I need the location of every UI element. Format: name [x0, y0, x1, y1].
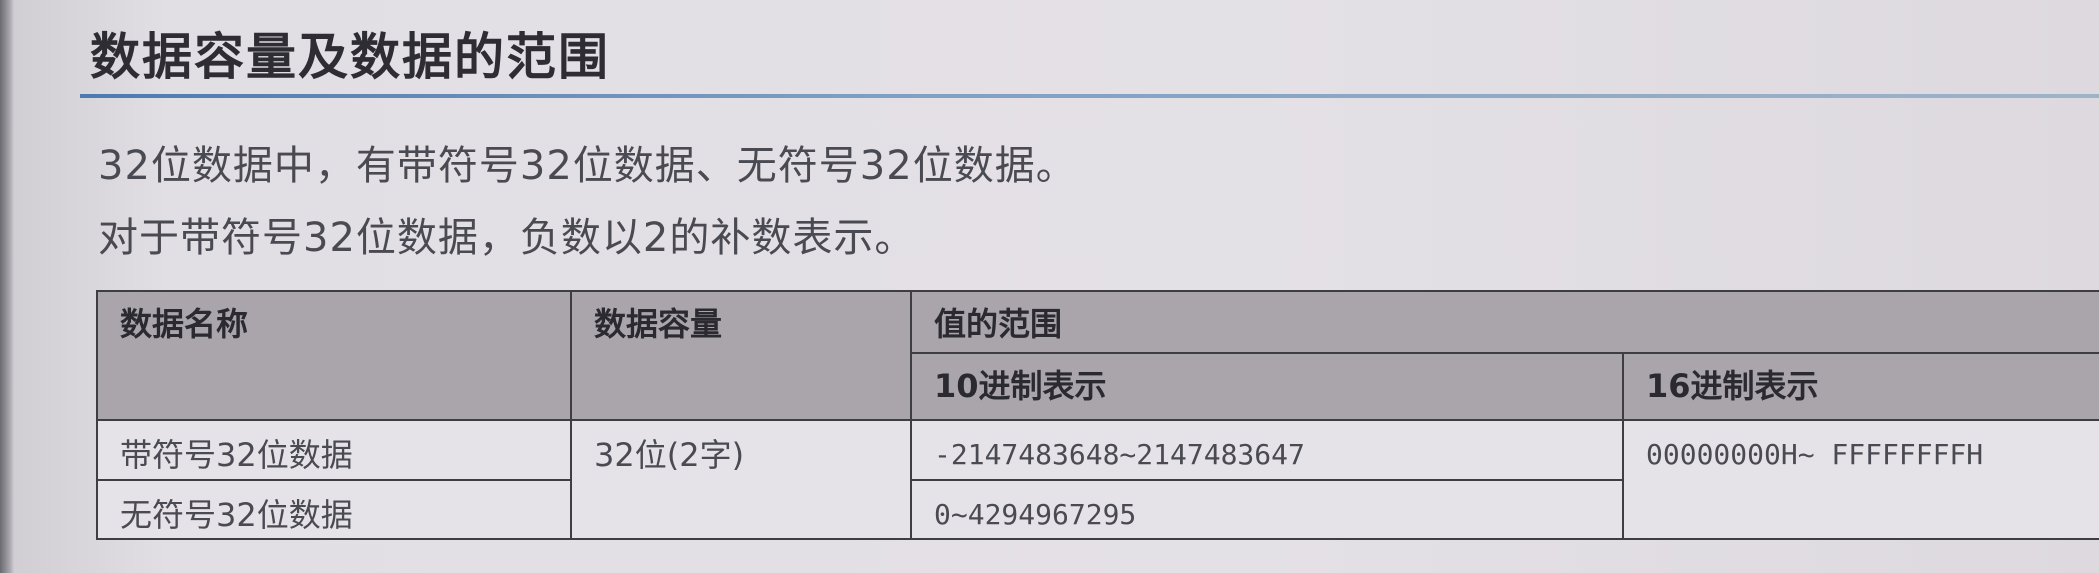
header-value-range-label: 值的范围	[934, 305, 1063, 343]
table-cell-unsigned-decimal: 0~4294967295	[912, 481, 1624, 538]
hex-value: 00000000H~ FFFFFFFFH	[1646, 438, 1984, 471]
signed-name-label: 带符号32位数据	[120, 436, 353, 474]
section-title: 数据容量及数据的范围	[90, 28, 610, 86]
header-hex: 16进制表示	[1624, 354, 2099, 421]
header-decimal-label: 10进制表示	[934, 367, 1107, 405]
table-cell-capacity: 32位(2字)	[572, 421, 912, 538]
unsigned-name-label: 无符号32位数据	[120, 496, 353, 534]
description-line-1: 32位数据中，有带符号32位数据、无符号32位数据。	[98, 143, 1077, 189]
table-row-signed-name: 带符号32位数据	[98, 421, 572, 481]
description-line-2: 对于带符号32位数据，负数以2的补数表示。	[98, 215, 916, 261]
title-underline	[80, 94, 2099, 98]
signed-decimal-value: -2147483648~2147483647	[934, 438, 1305, 471]
header-hex-label: 16进制表示	[1646, 367, 1819, 405]
screen: 数据容量及数据的范围 32位数据中，有带符号32位数据、无符号32位数据。 对于…	[0, 0, 2099, 573]
data-range-table: 数据名称 数据容量 值的范围 10进制表示 16进制表示 带符号32位数据 32…	[96, 290, 2099, 540]
table-cell-signed-decimal: -2147483648~2147483647	[912, 421, 1624, 481]
header-capacity: 数据容量	[572, 292, 912, 421]
table-cell-hex: 00000000H~ FFFFFFFFH	[1624, 421, 2099, 538]
header-data-name: 数据名称	[98, 292, 572, 421]
header-value-range: 值的范围	[912, 292, 2099, 354]
table-row-unsigned-name: 无符号32位数据	[98, 481, 572, 538]
capacity-value: 32位(2字)	[594, 436, 745, 474]
header-data-name-label: 数据名称	[120, 305, 249, 343]
header-capacity-label: 数据容量	[594, 305, 723, 343]
unsigned-decimal-value: 0~4294967295	[934, 498, 1137, 531]
monitor-bezel	[0, 0, 14, 573]
header-decimal: 10进制表示	[912, 354, 1624, 421]
